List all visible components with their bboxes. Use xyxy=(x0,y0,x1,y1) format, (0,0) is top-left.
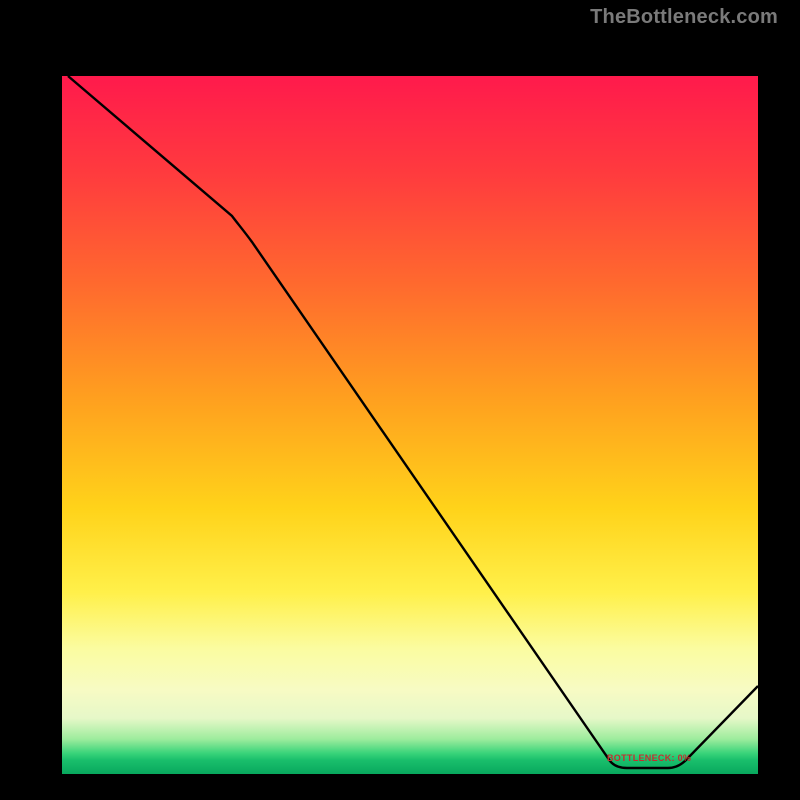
bottleneck-curve-path xyxy=(68,76,758,768)
chart-curve-svg xyxy=(62,76,758,774)
chart-plot-area: BOTTLENECK: 0% xyxy=(62,76,758,774)
chart-frame: BOTTLENECK: 0% xyxy=(20,30,780,790)
optimal-band-label: BOTTLENECK: 0% xyxy=(607,753,691,763)
watermark-text: TheBottleneck.com xyxy=(590,6,778,29)
